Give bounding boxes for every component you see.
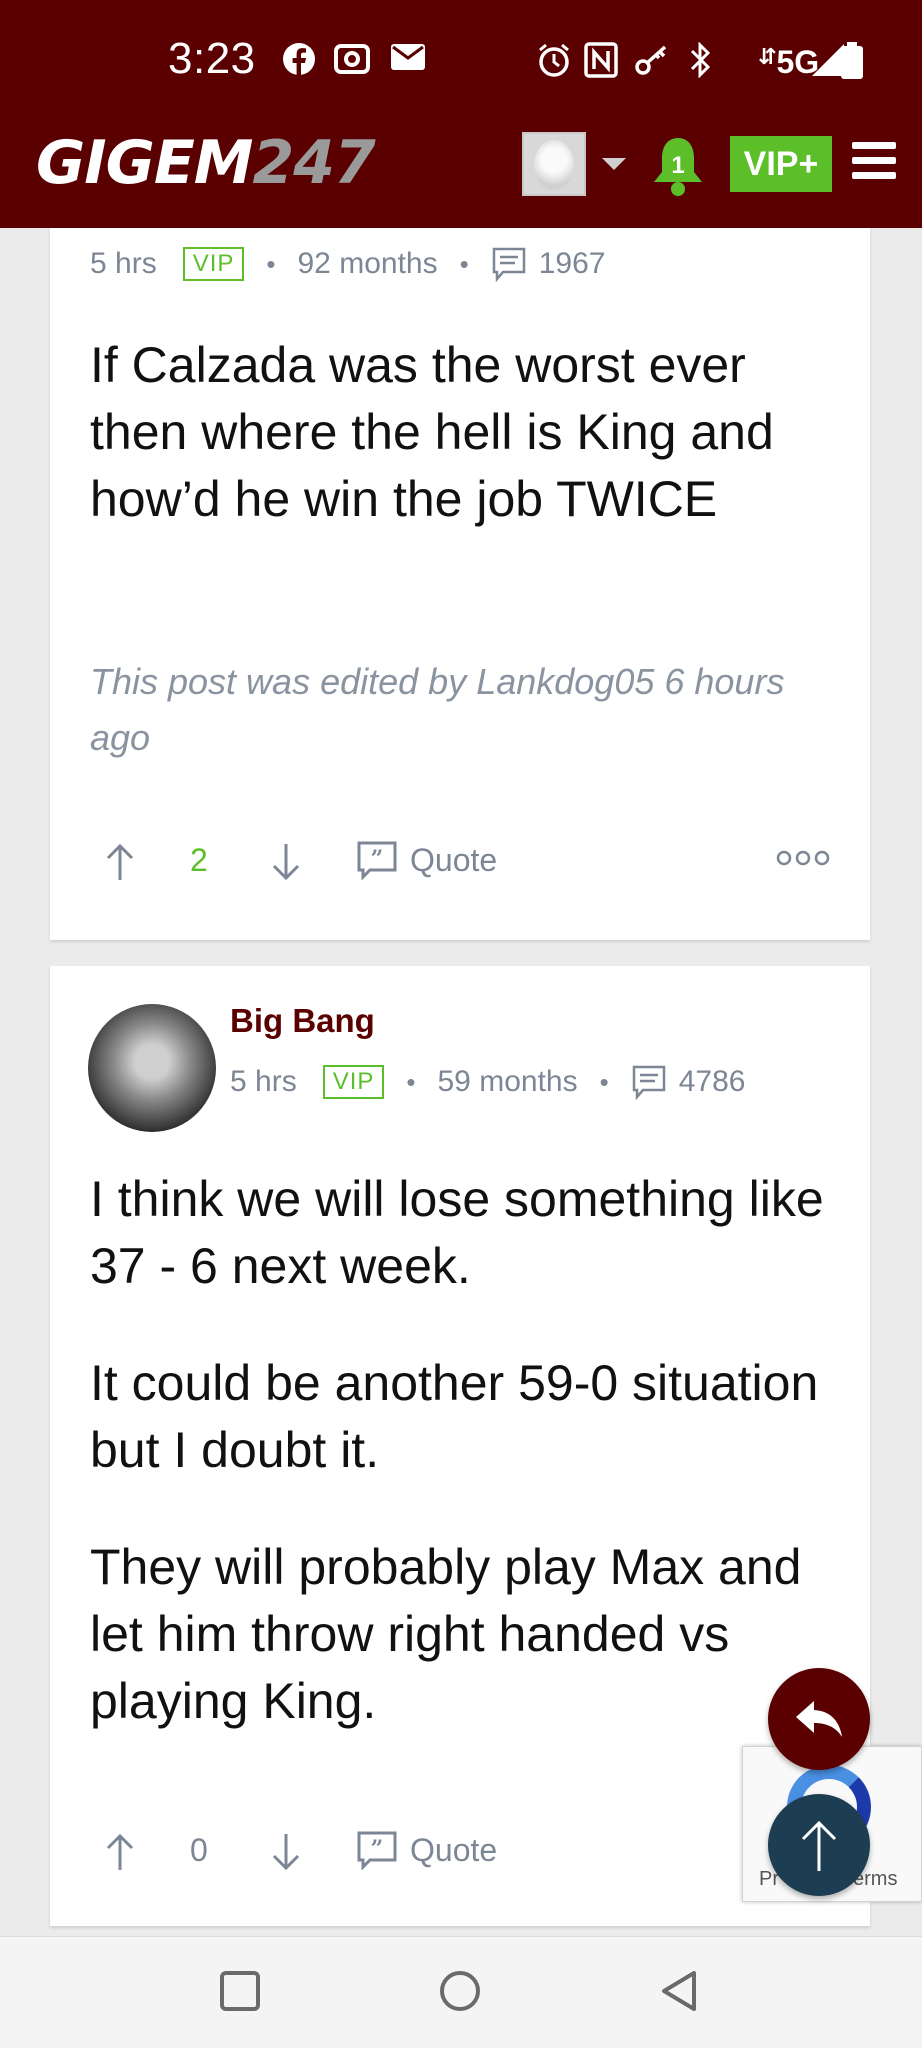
back-icon[interactable] xyxy=(658,1969,702,2013)
system-navigation-bar xyxy=(0,1936,922,2048)
post-body: I think we will lose something like 37 -… xyxy=(90,1166,850,1735)
quote-icon: ” xyxy=(357,841,397,880)
membership-length: 92 months xyxy=(297,247,438,280)
alarm-icon xyxy=(539,43,569,77)
user-avatar-button[interactable] xyxy=(522,132,586,196)
post-count: 1967 xyxy=(538,247,606,280)
post-age: 5 hrs xyxy=(230,1065,297,1098)
quote-label: Quote xyxy=(410,1831,498,1868)
top-bar: 3:23 ⇵5G GIGEM247 1 VIP+ xyxy=(0,0,922,228)
upvote-arrow-icon[interactable] xyxy=(104,842,136,882)
vip-badge: VIP xyxy=(322,1065,385,1099)
arrow-up-icon xyxy=(801,1820,837,1871)
post-paragraph: I think we will lose something like 37 -… xyxy=(90,1171,824,1294)
scroll-to-top-button[interactable] xyxy=(768,1794,870,1896)
home-icon[interactable] xyxy=(438,1969,482,2013)
notification-bell-icon[interactable]: 1 xyxy=(650,134,706,198)
post-meta: 5 hrs VIP • 59 months • 4786 xyxy=(230,1065,746,1100)
quote-label: Quote xyxy=(410,841,498,878)
downvote-arrow-icon[interactable] xyxy=(270,1832,302,1872)
notification-count: 1 xyxy=(671,152,684,179)
quote-button[interactable]: ” Quote xyxy=(356,840,497,880)
vote-count: 0 xyxy=(190,1832,208,1868)
svg-text:”: ” xyxy=(371,1836,384,1862)
membership-length: 59 months xyxy=(437,1065,578,1098)
mail-icon xyxy=(391,44,425,70)
post-paragraph: It could be another 59-0 situation but I… xyxy=(90,1355,819,1478)
nfc-icon xyxy=(584,42,618,78)
post-actions: 0 ” Quote xyxy=(90,1824,850,1884)
post-meta: 5 hrs VIP • 92 months • 1967 xyxy=(90,247,606,282)
vip-plus-button[interactable]: VIP+ xyxy=(730,136,832,192)
post-author[interactable]: Big Bang xyxy=(230,1002,375,1040)
post-card: 5 hrs VIP • 92 months • 1967 If Calzada … xyxy=(50,228,870,940)
battery-icon xyxy=(841,42,863,79)
vip-badge: VIP xyxy=(182,247,245,281)
post-count: 4786 xyxy=(678,1065,746,1098)
hamburger-menu-icon[interactable] xyxy=(852,142,896,182)
status-bar: 3:23 ⇵5G xyxy=(0,0,922,120)
downvote-arrow-icon[interactable] xyxy=(270,842,302,882)
facebook-icon xyxy=(283,43,315,76)
bluetooth-icon xyxy=(690,42,711,78)
reply-arrow-icon xyxy=(796,1701,842,1737)
site-header: GIGEM247 1 VIP+ xyxy=(0,120,922,228)
post-age: 5 hrs xyxy=(90,247,157,280)
reply-button[interactable] xyxy=(768,1668,870,1770)
post-actions: 2 ” Quote xyxy=(90,834,850,894)
post-paragraph: If Calzada was the worst ever then where… xyxy=(90,337,774,527)
edited-note: This post was edited by Lankdog05 6 hour… xyxy=(90,661,785,758)
post-count-icon xyxy=(492,247,525,282)
vote-count: 2 xyxy=(190,842,208,878)
post-count-icon xyxy=(632,1065,665,1100)
post-paragraph: They will probably play Max and let him … xyxy=(90,1539,802,1729)
site-logo[interactable]: GIGEM247 xyxy=(36,128,376,198)
svg-text:”: ” xyxy=(371,846,384,872)
chevron-down-icon[interactable] xyxy=(602,158,626,170)
key-icon xyxy=(635,45,667,75)
upvote-arrow-icon[interactable] xyxy=(104,1832,136,1872)
quote-icon: ” xyxy=(357,1831,397,1870)
post-body: If Calzada was the worst ever then where… xyxy=(90,332,850,533)
quote-button[interactable]: ” Quote xyxy=(356,1830,497,1870)
recent-apps-icon[interactable] xyxy=(218,1969,262,2013)
camera-icon xyxy=(334,44,370,74)
more-options-icon[interactable] xyxy=(776,848,830,868)
status-time: 3:23 xyxy=(168,34,256,83)
avatar[interactable] xyxy=(88,1004,216,1132)
